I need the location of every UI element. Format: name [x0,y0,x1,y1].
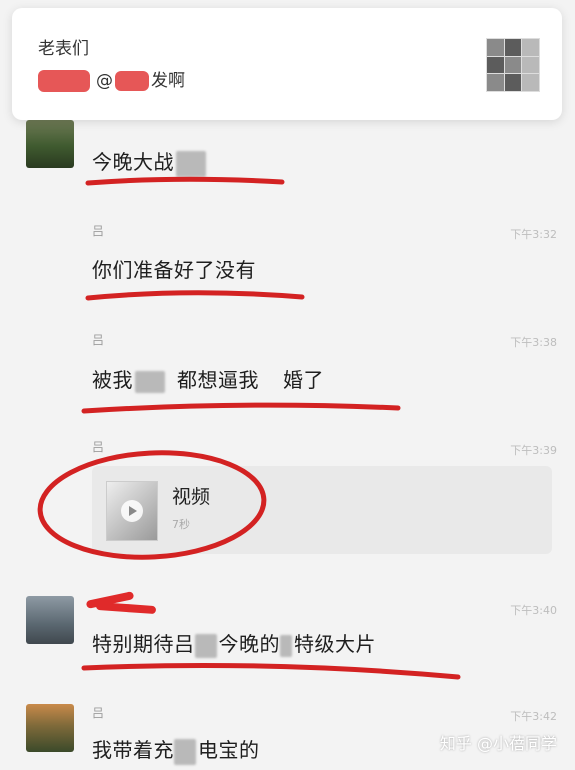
watermark: 知乎 @小蓓同学 [439,734,557,753]
notification-text: 发啊 [151,71,185,91]
message-text: 你们准备好了没有 [92,258,256,282]
timestamp: 下午3:39 [510,444,557,457]
sender-name: 吕 [92,224,105,238]
timestamp: 下午3:38 [510,336,557,349]
timestamp: 下午3:40 [510,604,557,617]
avatar[interactable] [26,596,74,644]
sender-name: 吕 [92,440,105,454]
message-text: 今晚大战 [92,146,206,177]
group-avatar[interactable] [486,38,540,92]
timestamp: 下午3:32 [510,228,557,241]
notification-message: @ 发啊 [38,66,185,92]
sender-name: 吕 [92,706,105,720]
redaction-mark [86,592,156,614]
notification-banner[interactable]: 老表们 @ 发啊 [12,8,562,120]
underline-annotation [81,402,401,414]
video-thumbnail[interactable] [106,481,158,541]
sender-name: 吕 [92,333,105,347]
video-duration: 7秒 [172,518,190,531]
underline-annotation [81,662,461,680]
blurred-text [135,370,165,393]
message-text: 特别期待吕 今晚的 特级大片 [92,632,376,658]
message-text: 我带着充 电宝的 [92,734,260,765]
message-text: 被我 都想逼我 婚了 [92,368,324,393]
underline-annotation [85,176,285,186]
blurred-text [280,634,292,657]
redaction-mark [115,71,149,91]
blurred-text [176,150,206,177]
video-label: 视频 [172,486,211,508]
blurred-text [174,738,196,765]
avatar[interactable] [26,120,74,168]
notification-mention: @ [96,71,113,91]
play-icon [121,500,143,522]
notification-title: 老表们 [38,39,89,59]
underline-annotation [85,290,305,301]
redaction-mark [38,70,90,92]
video-message[interactable]: 视频 7秒 [92,466,552,554]
avatar[interactable] [26,704,74,752]
blurred-text [194,633,217,658]
timestamp: 下午3:42 [510,710,557,723]
